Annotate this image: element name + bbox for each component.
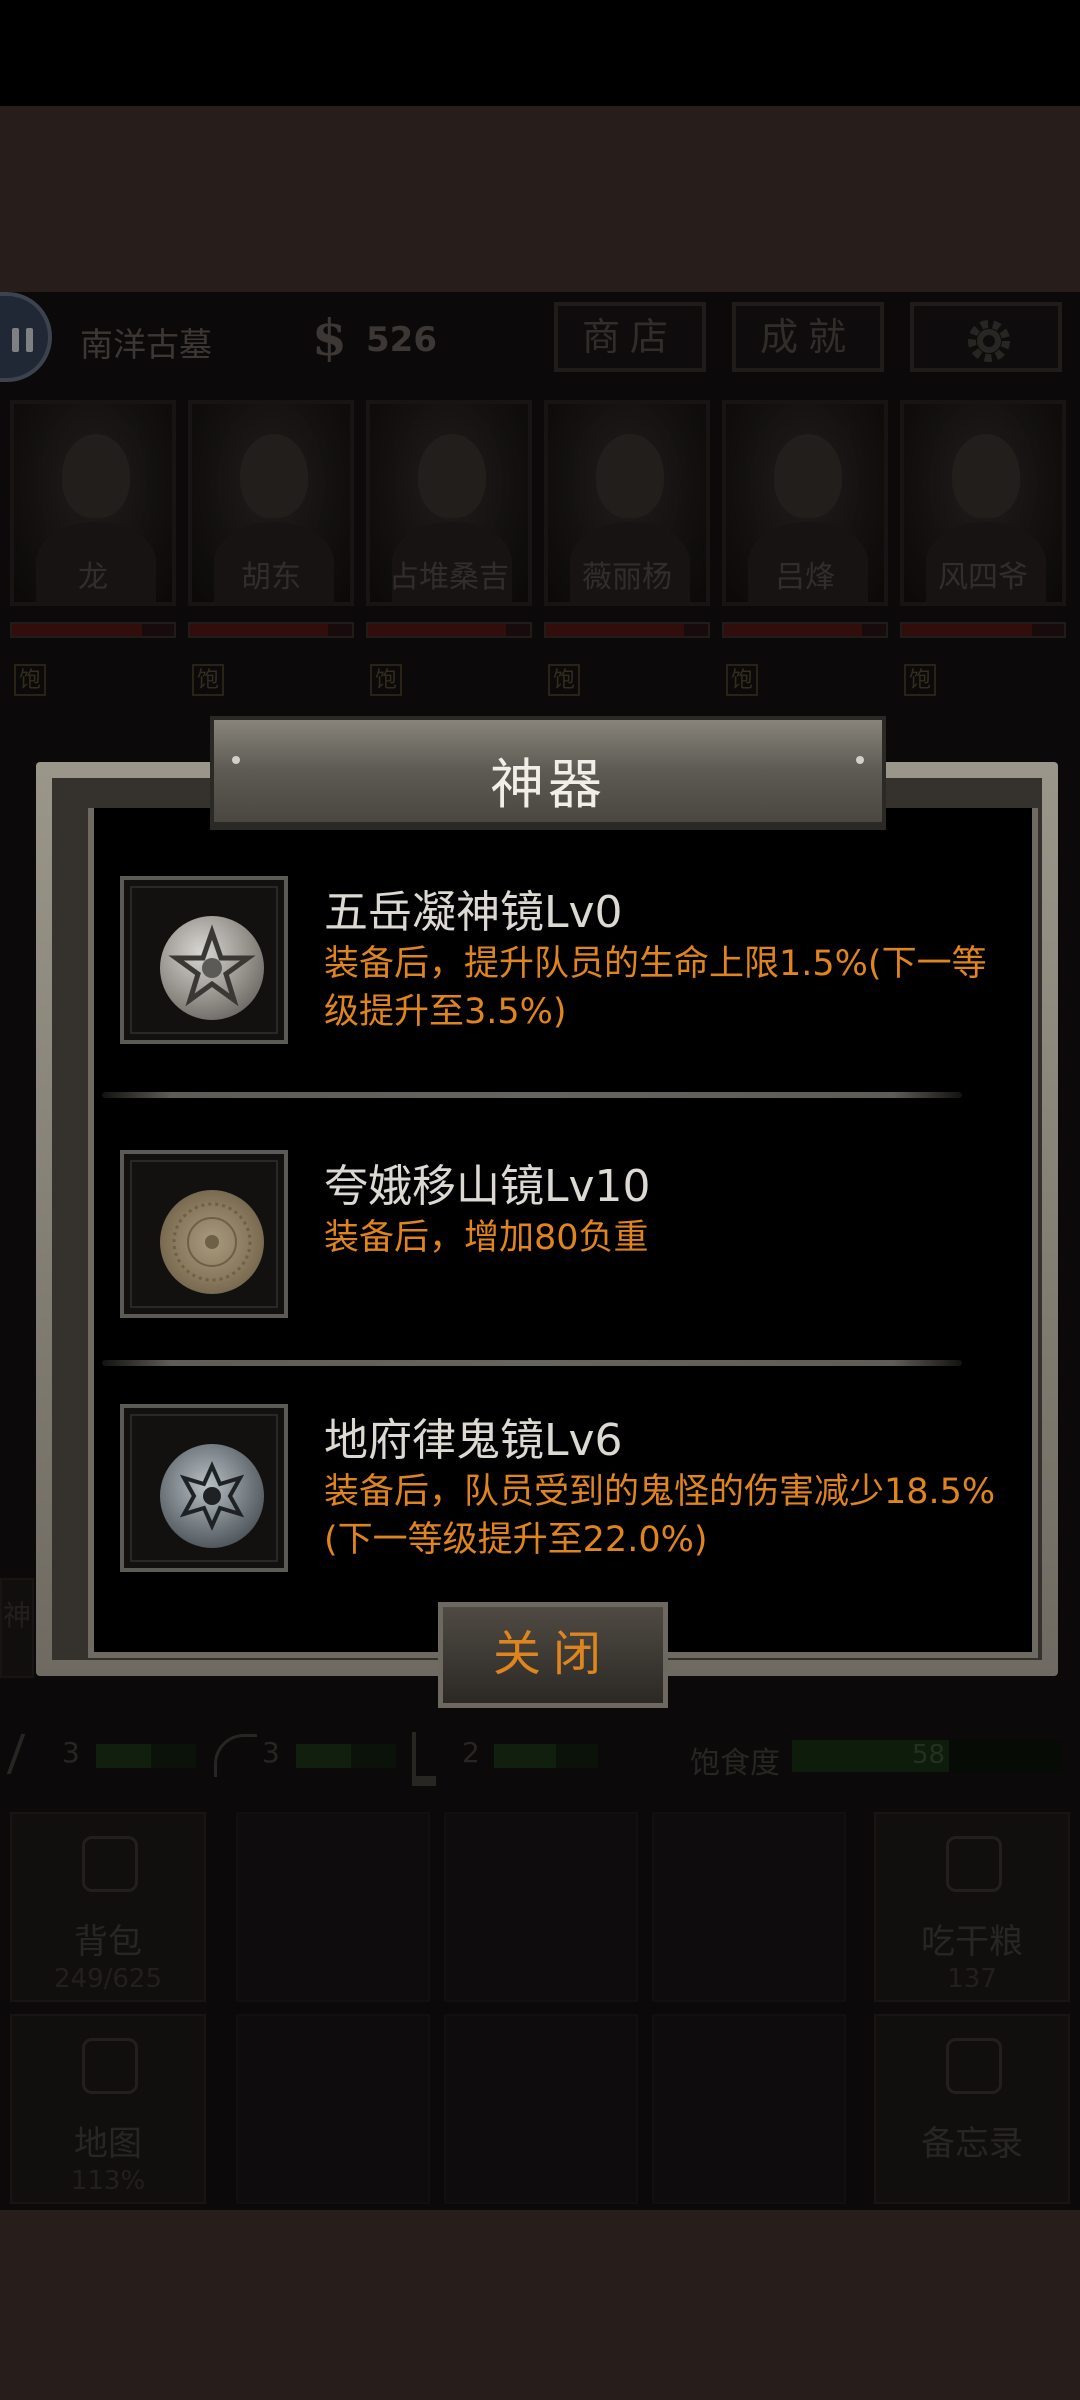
satiety-badge: 饱 — [192, 664, 224, 696]
move-up-tile[interactable] — [444, 1812, 638, 2002]
shovel-icon — [412, 1732, 436, 1786]
map-progress: 113% — [70, 2166, 146, 2196]
silver-mirror-icon — [160, 1444, 264, 1548]
pickaxe-count: 3 — [62, 1736, 80, 1769]
health-bar — [10, 622, 176, 638]
pickaxe-icon — [6, 1734, 62, 1774]
move-left-tile[interactable] — [236, 2014, 430, 2204]
divider — [102, 1360, 962, 1366]
pause-icon — [12, 328, 19, 352]
memo-button[interactable]: 备忘录 — [874, 2014, 1070, 2204]
satiety-value: 58 — [912, 1740, 946, 1770]
backpack-button[interactable]: 背包 249/625 — [10, 1812, 206, 2002]
artifact-description: 装备后，增加80负重 — [324, 1218, 649, 1258]
shovel-bar — [494, 1744, 598, 1768]
satiety-badge: 饱 — [548, 664, 580, 696]
rations-count: 137 — [947, 1964, 997, 1994]
artifact-name: 五岳凝神镜Lv0 — [324, 887, 623, 938]
character-name: 胡东 — [241, 560, 301, 595]
settings-button[interactable] — [910, 302, 1062, 372]
pickaxe-bar — [96, 1744, 196, 1768]
dialog-title: 神器 — [490, 753, 606, 816]
achievements-button[interactable]: 成就 — [732, 302, 884, 372]
memo-label: 备忘录 — [921, 2124, 1023, 2164]
health-bar — [900, 622, 1066, 638]
character-card[interactable]: 龙 — [10, 400, 176, 638]
satiety-badge: 饱 — [726, 664, 758, 696]
backpack-label: 背包 — [74, 1922, 142, 1962]
location-name: 南洋古墓 — [80, 325, 212, 364]
rope-count: 3 — [262, 1736, 280, 1769]
artifact-name: 地府律鬼镜Lv6 — [324, 1415, 623, 1466]
artifact-name: 夸娥移山镜Lv10 — [324, 1161, 651, 1212]
satiety-badge: 饱 — [370, 664, 402, 696]
character-name: 吕烽 — [775, 560, 835, 595]
status-row: 南洋古墓 $ 526 商店 成就 — [0, 292, 1080, 390]
satiety-badge: 饱 — [904, 664, 936, 696]
artifact-description: 装备后，提升队员的生命上限1.5%(下一等级提升至3.5%) — [324, 944, 987, 1032]
pause-button[interactable] — [0, 292, 52, 382]
shovel-count: 2 — [462, 1736, 480, 1769]
map-icon — [82, 2038, 138, 2094]
artifact-item[interactable]: 五岳凝神镜Lv0 装备后，提升队员的生命上限1.5%(下一等级提升至3.5%) — [120, 876, 1000, 1046]
backpack-capacity: 249/625 — [53, 1964, 162, 1994]
ration-bag-icon — [946, 1836, 1002, 1892]
satiety-badge: 饱 — [14, 664, 46, 696]
health-bar — [544, 622, 710, 638]
money-value: 526 — [366, 320, 437, 360]
map-button[interactable]: 地图 113% — [10, 2014, 206, 2204]
satiety-label: 饱食度 — [690, 1746, 780, 1781]
backpack-icon — [82, 1836, 138, 1892]
dialog-title-plate: 神器 — [210, 716, 886, 826]
eat-rations-label: 吃干粮 — [921, 1922, 1023, 1962]
map-label: 地图 — [74, 2124, 142, 2164]
shop-button[interactable]: 商店 — [554, 302, 706, 372]
character-card[interactable]: 吕烽 — [722, 400, 888, 638]
rope-icon — [214, 1734, 257, 1777]
eat-rations-button[interactable]: 吃干粮 137 — [874, 1812, 1070, 2002]
character-card[interactable]: 薇丽杨 — [544, 400, 710, 638]
system-status-bar — [0, 0, 1080, 106]
character-card[interactable]: 占堆桑吉 — [366, 400, 532, 638]
artifact-item[interactable]: 地府律鬼镜Lv6 装备后，队员受到的鬼怪的伤害减少18.5%(下一等级提升至22… — [120, 1404, 1000, 1574]
health-bar — [188, 622, 354, 638]
health-bar — [366, 622, 532, 638]
memo-icon — [946, 2038, 1002, 2094]
divider — [102, 1092, 962, 1098]
map-tile[interactable] — [652, 1812, 846, 2002]
rope-bar — [296, 1744, 396, 1768]
character-card[interactable]: 风四爷 — [900, 400, 1066, 638]
artifact-item[interactable]: 夸娥移山镜Lv10 装备后，增加80负重 — [120, 1150, 1000, 1320]
resource-row: 3 3 2 饱食度 58 — [0, 1722, 1080, 1792]
move-down-tile[interactable] — [444, 2014, 638, 2204]
gear-icon — [968, 320, 1010, 362]
close-button[interactable]: 关闭 — [438, 1602, 668, 1708]
navigation-bar — [0, 2210, 1080, 2400]
map-tile[interactable] — [236, 1812, 430, 2002]
pentagram-mirror-icon — [160, 916, 264, 1020]
character-name: 薇丽杨 — [582, 560, 672, 595]
character-name: 风四爷 — [938, 560, 1028, 595]
side-tab[interactable]: 神 — [0, 1578, 34, 1678]
money-icon: $ — [312, 308, 347, 367]
artifact-description: 装备后，队员受到的鬼怪的伤害减少18.5%(下一等级提升至22.0%) — [324, 1472, 996, 1560]
character-name: 占堆桑吉 — [389, 560, 509, 595]
character-name: 龙 — [78, 560, 108, 595]
move-right-tile[interactable] — [652, 2014, 846, 2204]
character-card[interactable]: 胡东 — [188, 400, 354, 638]
bronze-mirror-icon — [160, 1190, 264, 1294]
character-roster: 龙 胡东 占堆桑吉 薇丽杨 吕烽 风四爷 — [10, 400, 1080, 640]
health-bar — [722, 622, 888, 638]
